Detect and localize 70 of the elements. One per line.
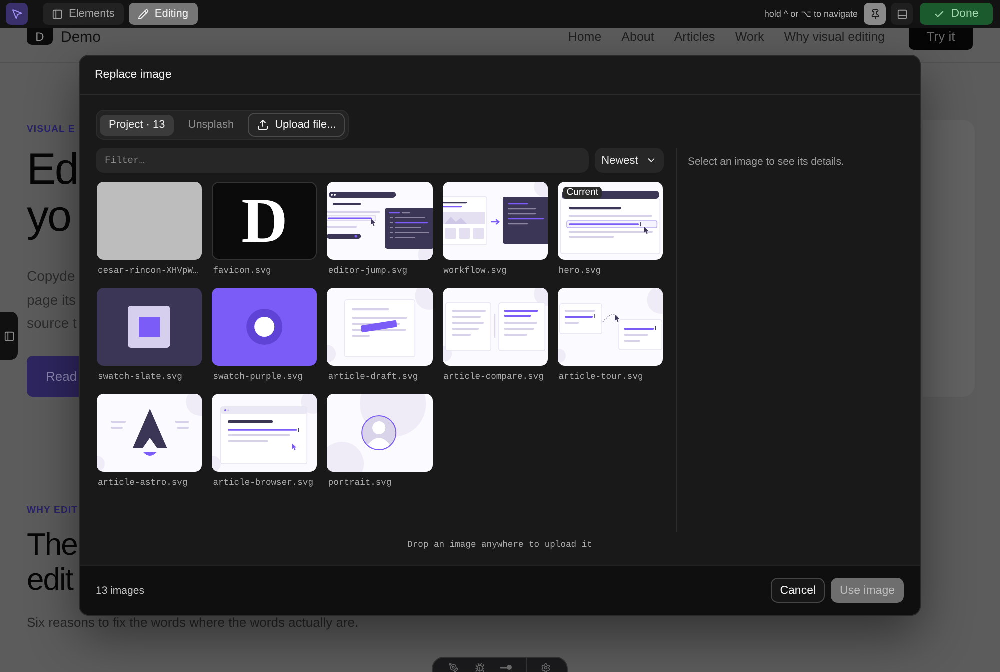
workflow-diagram-drawing[interactable] — [442, 182, 548, 260]
pin-icon — [870, 8, 880, 20]
logo-mark: D — [27, 28, 53, 45]
nav-link[interactable]: Work — [735, 30, 764, 44]
editor-mockup-drawing[interactable] — [327, 182, 433, 260]
panel-button[interactable] — [891, 3, 913, 25]
current-badge: Current — [562, 187, 602, 199]
panel-left-icon — [52, 8, 63, 20]
cancel-button[interactable]: Cancel — [771, 578, 826, 603]
site-name: Demo — [61, 29, 102, 46]
sort-dropdown[interactable]: Newest — [595, 148, 664, 173]
nav-link[interactable]: Home — [568, 30, 602, 44]
cta-button[interactable]: Try it — [909, 28, 973, 50]
guided-tour-drawing[interactable] — [558, 288, 663, 366]
navigation-hint: hold ^ or ⌥ to navigate — [764, 8, 858, 20]
panel-bottom-icon — [896, 8, 908, 20]
mode-tab[interactable]: Editing — [128, 3, 198, 25]
file-name: workflow.svg — [442, 265, 508, 277]
image-count: 13 images — [96, 584, 144, 596]
dialog-title: Replace image — [95, 69, 172, 81]
read-button[interactable]: Read — [27, 356, 79, 396]
drop-hint: Drop an image anywhere to upload it — [408, 539, 592, 551]
settings-icon — [540, 663, 551, 672]
file-name: swatch-slate.svg — [97, 371, 184, 383]
file-name: swatch-purple.svg — [212, 371, 304, 383]
section-title: The edit — [27, 527, 78, 597]
file-name: article-compare.svg — [442, 371, 545, 383]
details-hint: Select an image to see its details. — [688, 156, 844, 168]
source-tab[interactable]: Project · 13 — [100, 114, 174, 136]
file-name: article-draft.svg — [327, 371, 420, 383]
file-name: editor-jump.svg — [327, 265, 409, 277]
done-button[interactable]: Done — [920, 3, 993, 25]
hero-title: Ed yo — [27, 146, 78, 240]
bug-button[interactable] — [473, 663, 488, 672]
pen-tool-button[interactable] — [447, 663, 462, 672]
filter-field[interactable]: Filter… — [96, 148, 589, 173]
file-name: favicon.svg — [212, 265, 272, 277]
logo-letter: D — [242, 189, 288, 253]
cursor-icon — [11, 8, 23, 20]
mode-tab[interactable]: Elements — [43, 3, 124, 25]
slider-icon — [500, 665, 512, 671]
file-name: article-astro.svg — [97, 477, 189, 489]
bug-icon — [475, 663, 486, 672]
logo-tile[interactable]: D — [212, 182, 318, 260]
upload-icon — [257, 119, 270, 131]
triangle-logo-drawing[interactable] — [97, 394, 202, 472]
file-name: portrait.svg — [327, 477, 393, 489]
check-icon — [934, 8, 946, 20]
file-name: article-browser.svg — [212, 477, 314, 489]
pen-icon — [449, 663, 460, 672]
text-field-mockup-drawing[interactable] — [558, 182, 663, 260]
browser-window-drawing[interactable] — [212, 394, 318, 472]
slider-button[interactable] — [499, 663, 514, 672]
pin-button[interactable] — [864, 3, 886, 25]
two-column-compare-drawing[interactable] — [442, 288, 548, 366]
sidebar-toggle[interactable] — [0, 312, 18, 360]
pointer-tool-button[interactable] — [6, 3, 28, 25]
nav-link[interactable]: About — [622, 30, 654, 44]
file-name: hero.svg — [558, 265, 602, 277]
square-swatch-drawing[interactable] — [97, 288, 202, 366]
nav-link[interactable]: Why visual editing — [784, 30, 885, 44]
file-name: article-tour.svg — [558, 371, 644, 383]
document-draft-drawing[interactable] — [327, 288, 433, 366]
source-tab[interactable]: Unsplash — [179, 114, 244, 136]
ring-swatch-drawing[interactable] — [212, 288, 318, 366]
panel-left-icon — [4, 330, 14, 342]
pencil-icon — [138, 8, 149, 20]
upload-button[interactable]: Upload file... — [248, 113, 346, 137]
file-name: cesar-rincon-XHVpW… — [97, 265, 200, 277]
nav-link[interactable]: Articles — [674, 30, 716, 44]
